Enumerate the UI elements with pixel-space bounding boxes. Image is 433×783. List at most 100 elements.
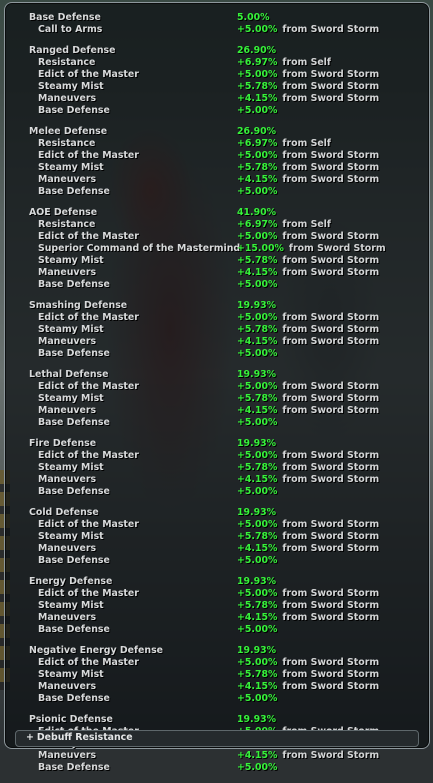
contribution-row: Steamy Mist +5.78%from Sword Storm (17, 462, 423, 474)
contribution-value: +5.78%from Sword Storm (237, 81, 380, 92)
attribute-group: Base Defense 5.00% Call to Arms +5.00% from … (17, 12, 423, 36)
contribution-value: +5.78%from Sword Storm (237, 393, 380, 404)
attribute-total: 5.00% (237, 12, 270, 23)
contribution-row: Base Defense +5.00% (17, 348, 423, 360)
contribution-row: Edict of the Master +5.00%from Sword Stor… (17, 231, 423, 243)
contribution-value: +4.15% from Sword Storm (237, 93, 380, 104)
contribution-source: from Sword Storm (282, 450, 380, 461)
contribution-row: Maneuvers +4.15% from Sword Storm (17, 543, 423, 555)
contribution-value: +5.00% (237, 624, 278, 635)
contribution-row: Base Defense +5.00% (17, 486, 423, 498)
contribution-name: Maneuvers (38, 174, 97, 185)
contribution-value: +4.15% from Sword Storm (237, 612, 380, 623)
contribution-name: Maneuvers (38, 267, 97, 278)
contribution-name: Edict of the Master (38, 231, 139, 242)
contribution-value: +4.15% from Sword Storm (237, 750, 380, 761)
contribution-value: +5.00%from Sword Storm (237, 150, 380, 161)
contribution-source: from Sword Storm (282, 255, 380, 266)
contribution-row: Resistance +6.97% from Self (17, 219, 423, 231)
attribute-row[interactable]: Fire Defense 19.93% (17, 438, 423, 450)
contribution-value: +4.15% from Sword Storm (237, 405, 380, 416)
contribution-row: Maneuvers +4.15% from Sword Storm (17, 267, 423, 279)
contribution-value: +5.00% (237, 486, 278, 497)
contribution-name: Edict of the Master (38, 312, 139, 323)
attribute-name: Cold Defense (29, 507, 99, 518)
debuff-resistance-label: Debuff Resistance (36, 732, 133, 743)
contribution-source: from Sword Storm (282, 531, 380, 542)
contribution-value: +5.78%from Sword Storm (237, 324, 380, 335)
attribute-total: 19.93% (237, 438, 277, 449)
contribution-row: Base Defense +5.00% (17, 555, 423, 567)
contribution-row: Maneuvers +4.15% from Sword Storm (17, 612, 423, 624)
attribute-name: Base Defense (29, 12, 101, 23)
contribution-source: from Sword Storm (282, 324, 380, 335)
attribute-row[interactable]: Cold Defense 19.93% (17, 507, 423, 519)
attribute-name: Ranged Defense (29, 45, 116, 56)
attribute-row[interactable]: Smashing Defense 19.93% (17, 300, 423, 312)
contribution-name: Base Defense (38, 348, 110, 359)
contribution-row: Steamy Mist +5.78%from Sword Storm (17, 393, 423, 405)
debuff-resistance-section[interactable]: + Debuff Resistance (15, 730, 419, 747)
contribution-name: Base Defense (38, 417, 110, 428)
contribution-source: from Sword Storm (282, 162, 380, 173)
attribute-name: Fire Defense (29, 438, 97, 449)
contribution-name: Resistance (38, 219, 96, 230)
contribution-row: Edict of the Master +5.00%from Sword Stor… (17, 150, 423, 162)
attribute-group: Fire Defense 19.93% Edict of the Master +5.… (17, 438, 423, 498)
contribution-value: +6.97% from Self (237, 57, 331, 68)
contribution-source: from Sword Storm (282, 600, 380, 611)
contribution-value: +5.78%from Sword Storm (237, 162, 380, 173)
attribute-row[interactable]: Melee Defense 26.90% (17, 126, 423, 138)
contribution-value: +5.00% (237, 693, 278, 704)
contribution-name: Steamy Mist (38, 324, 104, 335)
attribute-name: Smashing Defense (29, 300, 128, 311)
attribute-row[interactable]: Psionic Defense 19.93% (17, 714, 423, 726)
contribution-value: +5.78%from Sword Storm (237, 600, 380, 611)
contribution-value: +5.00%from Sword Storm (237, 312, 380, 323)
attribute-name: Melee Defense (29, 126, 108, 137)
attribute-row[interactable]: Lethal Defense 19.93% (17, 369, 423, 381)
contribution-row: Edict of the Master +5.00%from Sword Stor… (17, 657, 423, 669)
contribution-row: Maneuvers +4.15% from Sword Storm (17, 750, 423, 762)
attribute-total: 19.93% (237, 645, 277, 656)
contribution-row: Steamy Mist +5.78%from Sword Storm (17, 531, 423, 543)
contribution-name: Steamy Mist (38, 600, 104, 611)
contribution-name: Steamy Mist (38, 669, 104, 680)
attribute-group: AOE Defense 41.90% Resistance +6.97% from Se… (17, 207, 423, 291)
contribution-row: Maneuvers +4.15% from Sword Storm (17, 93, 423, 105)
contribution-row: Edict of the Master +5.00%from Sword Stor… (17, 519, 423, 531)
attribute-total: 19.93% (237, 714, 277, 725)
contribution-row: Edict of the Master +5.00%from Sword Stor… (17, 450, 423, 462)
attribute-row[interactable]: Negative Energy Defense 19.93% (17, 645, 423, 657)
contribution-source: from Sword Storm (282, 474, 380, 485)
contribution-row: Steamy Mist +5.78%from Sword Storm (17, 669, 423, 681)
attribute-total: 19.93% (237, 576, 277, 587)
contribution-source: from Sword Storm (282, 543, 380, 554)
contribution-source: from Self (282, 219, 331, 230)
contribution-name: Steamy Mist (38, 162, 104, 173)
contribution-name: Steamy Mist (38, 81, 104, 92)
contribution-name: Base Defense (38, 693, 110, 704)
attribute-name: Energy Defense (29, 576, 113, 587)
attribute-row[interactable]: Base Defense 5.00% (17, 12, 423, 24)
contribution-value: +5.00%from Sword Storm (237, 231, 380, 242)
contribution-value: +4.15% from Sword Storm (237, 174, 380, 185)
contribution-row: Edict of the Master +5.00%from Sword Stor… (17, 588, 423, 600)
contribution-value: +6.97% from Self (237, 219, 331, 230)
contribution-name: Edict of the Master (38, 150, 139, 161)
contribution-row: Edict of the Master +5.00%from Sword Stor… (17, 312, 423, 324)
contribution-row: Edict of the Master +5.00%from Sword Stor… (17, 381, 423, 393)
contribution-source: from Sword Storm (282, 93, 380, 104)
attribute-row[interactable]: Ranged Defense 26.90% (17, 45, 423, 57)
contribution-name: Maneuvers (38, 681, 97, 692)
contribution-name: Steamy Mist (38, 462, 104, 473)
contribution-row: Steamy Mist +5.78%from Sword Storm (17, 255, 423, 267)
attribute-name: Psionic Defense (29, 714, 113, 725)
contribution-source: from Sword Storm (282, 519, 380, 530)
attribute-row[interactable]: AOE Defense 41.90% (17, 207, 423, 219)
attribute-row[interactable]: Energy Defense 19.93% (17, 576, 423, 588)
attribute-total: 19.93% (237, 300, 277, 311)
contribution-row: Base Defense +5.00% (17, 624, 423, 636)
expand-button[interactable]: + Debuff Resistance (26, 732, 133, 744)
contribution-row: Resistance +6.97% from Self (17, 138, 423, 150)
